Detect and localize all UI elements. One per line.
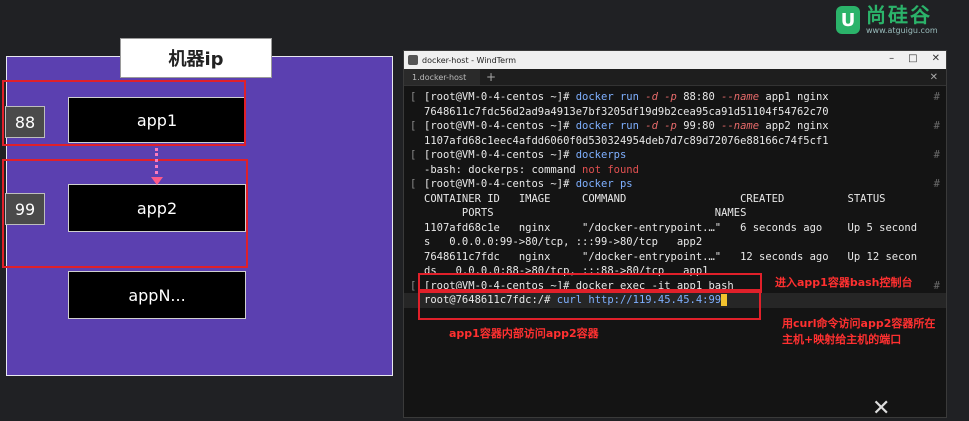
close-tab-icon[interactable]: ✕ — [930, 72, 938, 83]
terminal-text: -d -p — [645, 120, 684, 132]
host-title: 机器ip — [120, 38, 272, 78]
terminal-text: [root@VM-0-4-centos ~]# — [424, 178, 576, 190]
terminal-text: app1 nginx — [765, 91, 829, 103]
terminal-text: 99:80 — [683, 120, 722, 132]
annotation-curl-line1: 用curl命令访问app2容器所在 — [782, 317, 936, 330]
terminal-text: --name — [721, 91, 766, 103]
terminal-text: 7648611c7fdc nginx "/docker-entrypoint.…… — [424, 250, 918, 263]
close-button[interactable]: ✕ — [932, 53, 940, 64]
terminal-line: -bash: dockerps: command not found — [404, 163, 946, 178]
terminal-line: 7648611c7fdc nginx "/docker-entrypoint.…… — [404, 250, 946, 265]
terminal-line: s 0.0.0.0:99->80/tcp, :::99->80/tcp app2 — [404, 235, 946, 250]
terminal-text: 1107afd68c1e nginx "/docker-entrypoint.…… — [424, 221, 918, 234]
app1-to-app2-arrow — [155, 148, 158, 180]
prompt-marker-icon: # — [933, 120, 940, 132]
app1-highlight-outline — [2, 80, 246, 146]
minimize-button[interactable]: – — [889, 53, 894, 64]
terminal-text: -bash: dockerps: command — [424, 163, 583, 176]
prompt-gutter-icon: [ — [410, 178, 417, 190]
terminal-text: [root@VM-0-4-centos ~]# — [424, 149, 576, 161]
add-tab-icon[interactable]: + — [486, 70, 496, 84]
app2-highlight-outline — [2, 159, 248, 268]
terminal-text: PORTS NAMES — [424, 207, 747, 219]
terminal-text: not found — [582, 163, 639, 176]
annotation-curl-line2: 主机+映射给主机的端口 — [782, 333, 902, 346]
logo-url: www.atguigu.com — [866, 26, 938, 35]
terminal-line: [ [root@VM-0-4-centos ~]# docker run -d -… — [404, 119, 946, 134]
terminal-text: [root@VM-0-4-centos ~]# — [424, 120, 576, 132]
window-titlebar[interactable]: docker-host - WindTerm – □ ✕ — [404, 51, 946, 69]
terminal-text: app2 nginx — [765, 120, 829, 132]
brand-logo: U 尚硅谷 www.atguigu.com — [836, 4, 966, 36]
annotation-app1-to-app2: app1容器内部访问app2容器 — [449, 327, 599, 340]
close-x-icon[interactable]: ✕ — [872, 396, 890, 421]
terminal-text: --name — [721, 120, 766, 132]
maximize-button[interactable]: □ — [908, 53, 917, 64]
prompt-marker-icon: # — [933, 149, 940, 161]
terminal-line: 1107afd68c1eec4afdd6060f0d530324954deb7d… — [404, 134, 946, 149]
terminal-text: 88:80 — [683, 91, 722, 103]
logo-mark-icon: U — [836, 6, 860, 34]
curl-command-outline — [418, 289, 761, 320]
prompt-gutter-icon: [ — [410, 149, 417, 161]
prompt-gutter-icon: [ — [410, 279, 417, 292]
terminal-text: docker run — [575, 91, 646, 103]
terminal-text: docker run — [575, 120, 646, 132]
terminal-line: [ [root@VM-0-4-centos ~]# docker ps # — [404, 177, 946, 192]
prompt-marker-icon: # — [933, 178, 940, 190]
prompt-gutter-icon: [ — [410, 91, 417, 103]
terminal-text: dockerps — [575, 149, 627, 161]
arrow-head-icon — [151, 177, 163, 185]
terminal-text: 1107afd68c1eec4afdd6060f0d530324954deb7d… — [424, 134, 829, 147]
terminal-text: docker ps — [575, 178, 633, 190]
window-title: docker-host - WindTerm — [422, 55, 517, 65]
terminal-line: 7648611c7fdc56d2ad9a4913e7bf3205df19d9b2… — [404, 105, 946, 120]
appn-box: appN... — [68, 271, 246, 319]
terminal-line: CONTAINER ID IMAGE COMMAND CREATED STATU… — [404, 192, 946, 207]
terminal-line: PORTS NAMES — [404, 206, 946, 221]
terminal-text: s 0.0.0.0:99->80/tcp, :::99->80/tcp app2 — [424, 236, 703, 248]
prompt-marker-icon: # — [933, 91, 940, 103]
prompt-gutter-icon: [ — [410, 120, 417, 132]
terminal-text: 7648611c7fdc56d2ad9a4913e7bf3205df19d9b2… — [424, 105, 829, 118]
tab-docker-host[interactable]: 1.docker-host — [404, 69, 480, 85]
tab-bar: 1.docker-host + ✕ — [404, 69, 946, 86]
terminal-line: [ [root@VM-0-4-centos ~]# docker run -d -… — [404, 90, 946, 105]
prompt-marker-icon: # — [933, 279, 940, 292]
annotation-bash-console: 进入app1容器bash控制台 — [775, 276, 913, 289]
terminal-line: [ [root@VM-0-4-centos ~]# dockerps # — [404, 148, 946, 163]
terminal-text: [root@VM-0-4-centos ~]# — [424, 91, 576, 103]
app-icon — [408, 55, 418, 65]
terminal-text: CONTAINER ID IMAGE COMMAND CREATED STATU… — [424, 192, 886, 205]
terminal-text: -d -p — [645, 91, 684, 103]
terminal-window: docker-host - WindTerm – □ ✕ 1.docker-ho… — [403, 50, 947, 418]
logo-name: 尚硅谷 — [866, 3, 932, 27]
terminal-line: 1107afd68c1e nginx "/docker-entrypoint.…… — [404, 221, 946, 236]
